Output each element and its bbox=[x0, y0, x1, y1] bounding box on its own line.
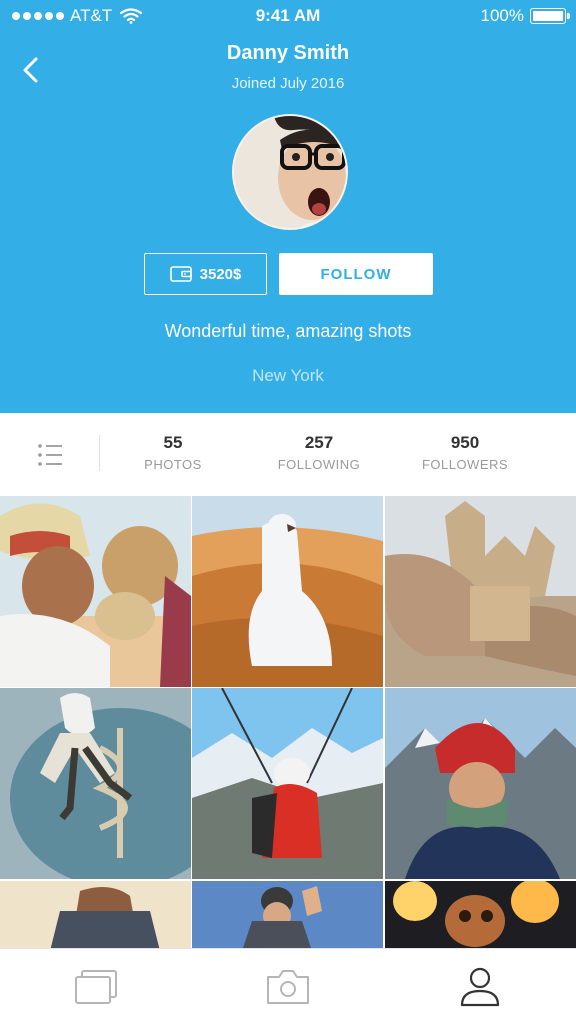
photo-tile[interactable] bbox=[385, 688, 576, 879]
profile-location: New York bbox=[252, 366, 324, 385]
profile-icon[interactable] bbox=[456, 967, 504, 1007]
battery-percent: 100% bbox=[480, 6, 524, 25]
photo-tile[interactable] bbox=[192, 688, 383, 879]
joined-date: Joined July 2016 bbox=[231, 75, 345, 92]
stat-label: FOLLOWING bbox=[277, 457, 361, 472]
stats-bar: 55 PHOTOS 257 FOLLOWING 950 FOLLOWERS bbox=[0, 413, 576, 496]
list-view-icon[interactable] bbox=[34, 440, 66, 470]
stat-value: 55 bbox=[163, 433, 183, 452]
stat-label: FOLLOWERS bbox=[421, 457, 509, 472]
battery-icon bbox=[530, 8, 570, 24]
tab-bar bbox=[0, 948, 576, 1024]
stats-divider bbox=[99, 435, 100, 471]
photo-tile[interactable] bbox=[0, 688, 191, 879]
stat-followers[interactable]: 950 FOLLOWERS bbox=[405, 433, 525, 472]
photo-tile[interactable] bbox=[385, 496, 576, 687]
battery-status: 100% bbox=[480, 6, 570, 26]
avatar-photo bbox=[234, 116, 346, 228]
photo-tile[interactable] bbox=[385, 881, 576, 948]
wallet-icon bbox=[169, 266, 192, 282]
wallet-balance-button[interactable]: 3520$ bbox=[144, 253, 267, 295]
follow-button[interactable]: FOLLOW bbox=[279, 253, 433, 295]
stat-value: 950 bbox=[450, 433, 480, 452]
status-bar: AT&T 9:41 AM 100% bbox=[0, 0, 576, 32]
gallery-icon[interactable] bbox=[72, 967, 120, 1007]
avatar[interactable] bbox=[232, 114, 348, 230]
camera-icon[interactable] bbox=[264, 967, 312, 1007]
photo-grid bbox=[0, 496, 576, 948]
photo-tile[interactable] bbox=[192, 496, 383, 687]
wallet-amount: 3520$ bbox=[199, 265, 242, 283]
stat-value: 257 bbox=[304, 433, 334, 452]
photo-tile[interactable] bbox=[192, 881, 383, 948]
stat-following[interactable]: 257 FOLLOWING bbox=[259, 433, 379, 472]
stat-photos[interactable]: 55 PHOTOS bbox=[113, 433, 233, 472]
profile-bio: Wonderful time, amazing shots bbox=[164, 321, 412, 341]
profile-name: Danny Smith bbox=[226, 42, 350, 64]
photo-tile[interactable] bbox=[0, 496, 191, 687]
stat-label: PHOTOS bbox=[144, 457, 202, 472]
profile-header: AT&T 9:41 AM 100% Danny Smith Joined Jul… bbox=[0, 0, 576, 413]
photo-tile[interactable] bbox=[0, 881, 191, 948]
